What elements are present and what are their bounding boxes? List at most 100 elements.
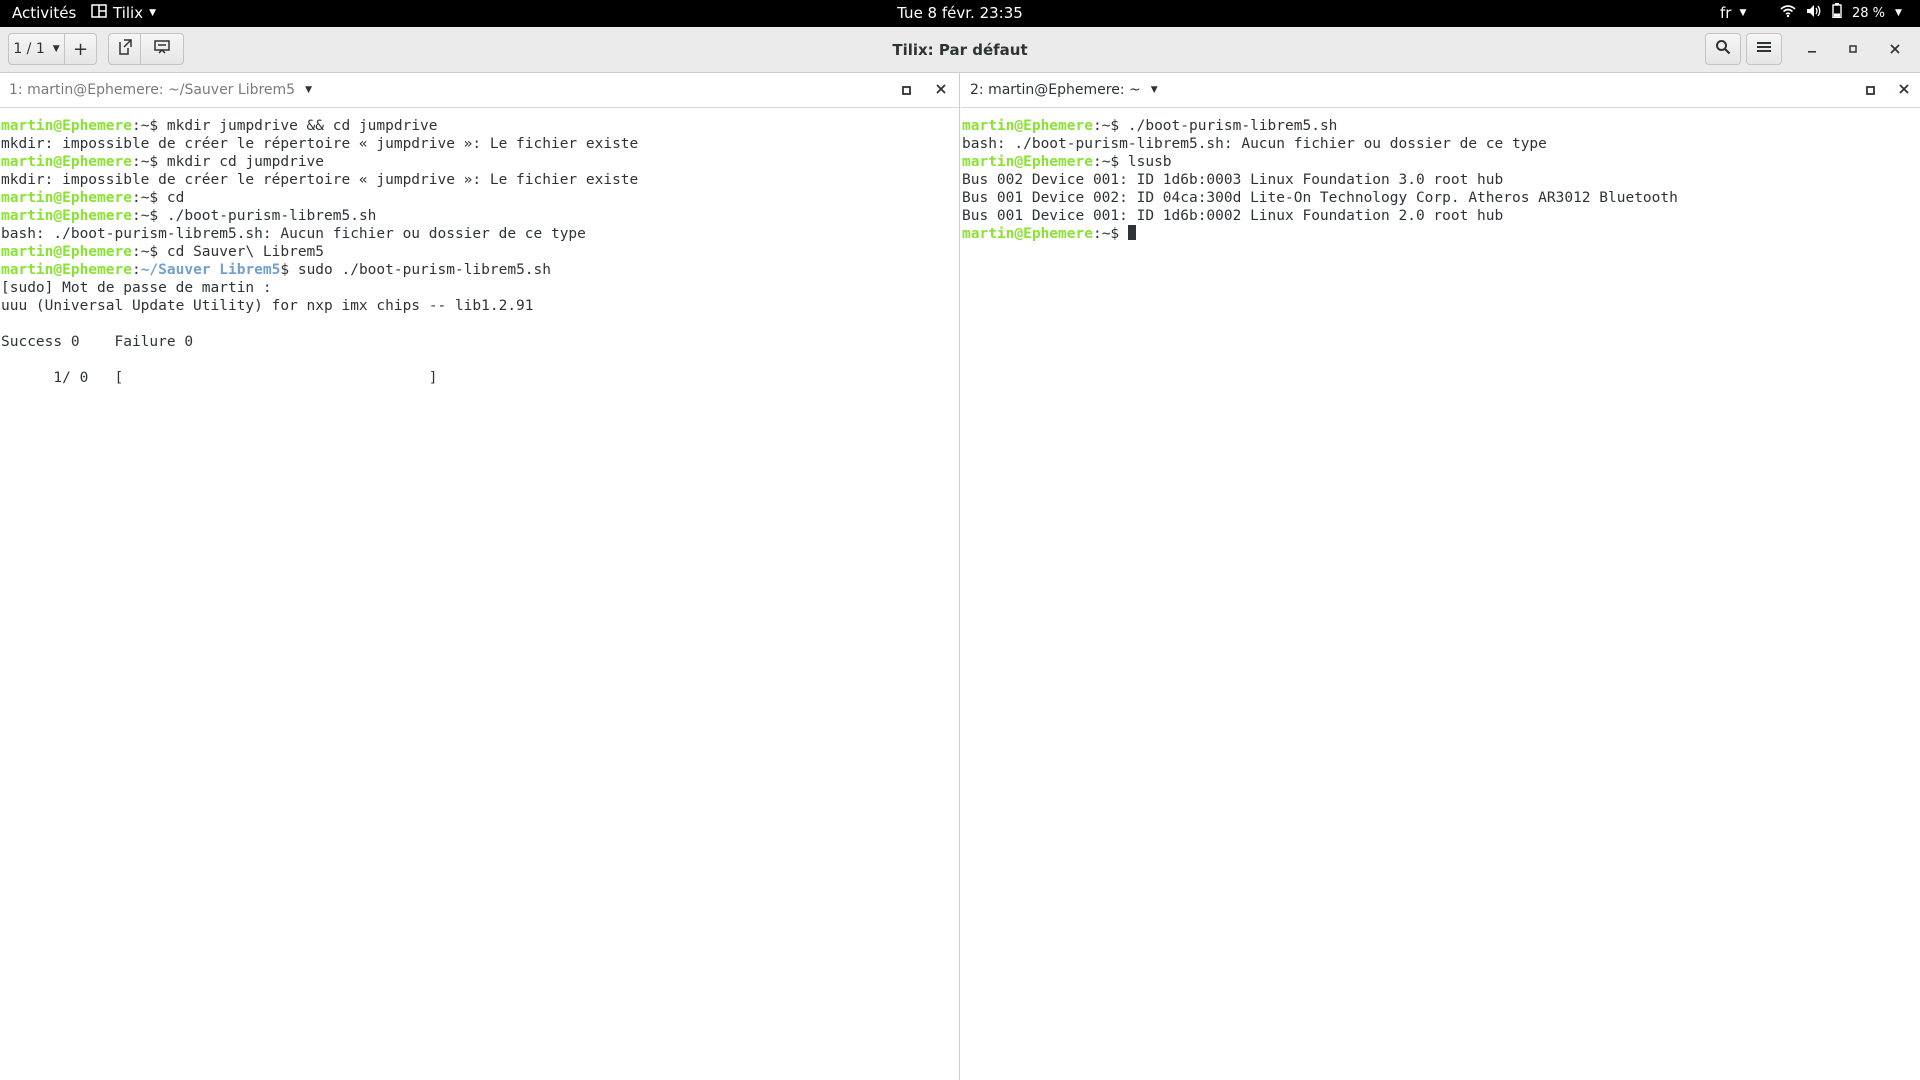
app-menu-label: Tilix — [113, 4, 144, 22]
prompt-line: martin@Ephemere:~$ — [962, 225, 1920, 243]
session-indicator: 1 / 1 — [13, 41, 45, 57]
prompt-path: ~ — [140, 244, 150, 260]
minimize-button[interactable] — [1799, 37, 1825, 63]
prompt-path: ~ — [1101, 154, 1111, 170]
prompt-user: martin@Ephemere — [1, 244, 132, 260]
prompt-user: martin@Ephemere — [1, 190, 132, 206]
add-session-button[interactable]: + — [64, 33, 97, 65]
system-menu[interactable]: 28 % ▼ — [1780, 0, 1902, 27]
terminal-output[interactable]: martin@Ephemere:~$ mkdir jumpdrive && cd… — [1, 117, 959, 1080]
prompt-line: martin@Ephemere:~$ mkdir cd jumpdrive — [1, 154, 325, 170]
output-line: mkdir: impossible de créer le répertoire… — [1, 136, 639, 152]
prompt-path: ~ — [140, 208, 150, 224]
synchronize-input-button[interactable] — [140, 33, 184, 65]
input-source-menu[interactable]: fr ▼ — [1720, 0, 1746, 27]
gnome-top-bar: Activités Tilix ▼ Tue 8 févr. 23:35 fr ▼… — [0, 0, 1920, 27]
terminal-titlebar: 2: martin@Ephemere: ~ ▼ — [961, 73, 1920, 108]
terminal-pane-1[interactable]: 1: martin@Ephemere: ~/Sauver Librem5 ▼ m… — [0, 73, 960, 1080]
prompt-user: martin@Ephemere — [962, 118, 1093, 134]
command-text — [1119, 226, 1128, 242]
battery-icon — [1832, 0, 1842, 27]
close-terminal-button[interactable] — [933, 81, 949, 99]
clock-container: Tue 8 févr. 23:35 — [0, 0, 1920, 27]
terminal-pane-2[interactable]: 2: martin@Ephemere: ~ ▼ martin@Ephemere:… — [961, 73, 1920, 1080]
new-window-button[interactable] — [108, 33, 141, 65]
prompt-line: martin@Ephemere:~$ cd Sauver\ Librem5 — [1, 244, 325, 260]
prompt-path: ~ — [140, 190, 150, 206]
output-line: mkdir: impossible de créer le répertoire… — [1, 172, 639, 188]
wifi-icon — [1780, 0, 1796, 27]
hamburger-menu-icon — [1757, 41, 1771, 57]
output-line: bash: ./boot-purism-librem5.sh: Aucun fi… — [962, 136, 1547, 152]
output-line: Bus 002 Device 001: ID 1d6b:0003 Linux F… — [962, 172, 1504, 188]
find-button[interactable] — [1705, 33, 1741, 65]
prompt-line: martin@Ephemere:~$ mkdir jumpdrive && cd… — [1, 118, 438, 134]
window-headerbar: 1 / 1 ▼ + Tilix: Par défaut — [0, 27, 1920, 73]
close-window-button[interactable] — [1882, 37, 1908, 63]
output-line: [sudo] Mot de passe de martin : — [1, 280, 272, 296]
prompt-user: martin@Ephemere — [1, 262, 132, 278]
output-line: Bus 001 Device 002: ID 04ca:300d Lite-On… — [962, 190, 1678, 206]
terminal-title: 1: martin@Ephemere: ~/Sauver Librem5 — [9, 82, 296, 98]
prompt-path: ~/Sauver Librem5 — [140, 262, 281, 278]
output-line: Success 0 Failure 0 — [1, 334, 194, 350]
terminal-title-menu[interactable]: 1: martin@Ephemere: ~/Sauver Librem5 ▼ — [9, 73, 312, 107]
restore-icon — [1848, 42, 1858, 58]
prompt-user: martin@Ephemere — [1, 154, 132, 170]
tilix-icon — [91, 0, 107, 27]
command-text: cd — [158, 190, 185, 206]
command-text: sudo ./boot-purism-librem5.sh — [289, 262, 552, 278]
terminal-title-menu[interactable]: 2: martin@Ephemere: ~ ▼ — [970, 73, 1158, 107]
maximize-button[interactable] — [1840, 37, 1866, 63]
command-text: ./boot-purism-librem5.sh — [1119, 118, 1338, 134]
terminal-titlebar: 1: martin@Ephemere: ~/Sauver Librem5 ▼ — [0, 73, 959, 108]
close-terminal-button[interactable] — [1896, 81, 1912, 99]
main-menu-button[interactable] — [1746, 33, 1782, 65]
prompt-path: ~ — [140, 118, 150, 134]
battery-percent: 28 % — [1852, 6, 1886, 21]
output-line: 1/ 0 [ ] — [1, 370, 438, 386]
maximize-terminal-button[interactable] — [1863, 83, 1877, 97]
prompt-user: martin@Ephemere — [962, 154, 1093, 170]
search-icon — [1715, 39, 1731, 59]
prompt-user: martin@Ephemere — [1, 208, 132, 224]
prompt-line: martin@Ephemere:~/Sauver Librem5$ sudo .… — [1, 262, 552, 278]
terminal-title: 2: martin@Ephemere: ~ — [970, 82, 1141, 98]
chevron-down-icon: ▼ — [1739, 8, 1747, 18]
session-switcher-button[interactable]: 1 / 1 ▼ — [8, 33, 65, 65]
prompt-user: martin@Ephemere — [1, 118, 132, 134]
output-line: uuu (Universal Update Utility) for nxp i… — [1, 298, 534, 314]
window-title-container: Tilix: Par défaut — [0, 27, 1920, 73]
sync-input-icon — [154, 40, 170, 58]
new-window-icon — [118, 39, 132, 59]
chevron-down-icon: ▼ — [1150, 85, 1158, 95]
text-cursor — [1127, 225, 1136, 240]
chevron-down-icon: ▼ — [149, 8, 157, 18]
app-menu[interactable]: Tilix ▼ — [91, 0, 156, 27]
prompt-line: martin@Ephemere:~$ ./boot-purism-librem5… — [1, 208, 377, 224]
command-text: lsusb — [1119, 154, 1172, 170]
clock[interactable]: Tue 8 févr. 23:35 — [897, 4, 1023, 22]
activities-button[interactable]: Activités — [12, 0, 76, 27]
plus-icon: + — [72, 38, 89, 60]
prompt-path: ~ — [1101, 226, 1111, 242]
command-text: cd Sauver\ Librem5 — [158, 244, 325, 260]
command-text: mkdir cd jumpdrive — [158, 154, 325, 170]
prompt-path: ~ — [1101, 118, 1111, 134]
prompt-line: martin@Ephemere:~$ lsusb — [962, 154, 1172, 170]
language-label: fr — [1720, 4, 1732, 22]
chevron-down-icon: ▼ — [305, 85, 312, 95]
close-icon — [1890, 42, 1900, 58]
chevron-down-icon: ▼ — [52, 44, 60, 54]
output-line: Bus 001 Device 001: ID 1d6b:0002 Linux F… — [962, 208, 1504, 224]
window-title: Tilix: Par défaut — [892, 41, 1028, 59]
terminal-output[interactable]: martin@Ephemere:~$ ./boot-purism-librem5… — [962, 117, 1920, 1080]
prompt-path: ~ — [140, 154, 150, 170]
prompt-user: martin@Ephemere — [962, 226, 1093, 242]
output-line: bash: ./boot-purism-librem5.sh: Aucun fi… — [1, 226, 586, 242]
command-text: mkdir jumpdrive && cd jumpdrive — [158, 118, 438, 134]
maximize-terminal-button[interactable] — [899, 83, 913, 97]
command-text: ./boot-purism-librem5.sh — [158, 208, 377, 224]
